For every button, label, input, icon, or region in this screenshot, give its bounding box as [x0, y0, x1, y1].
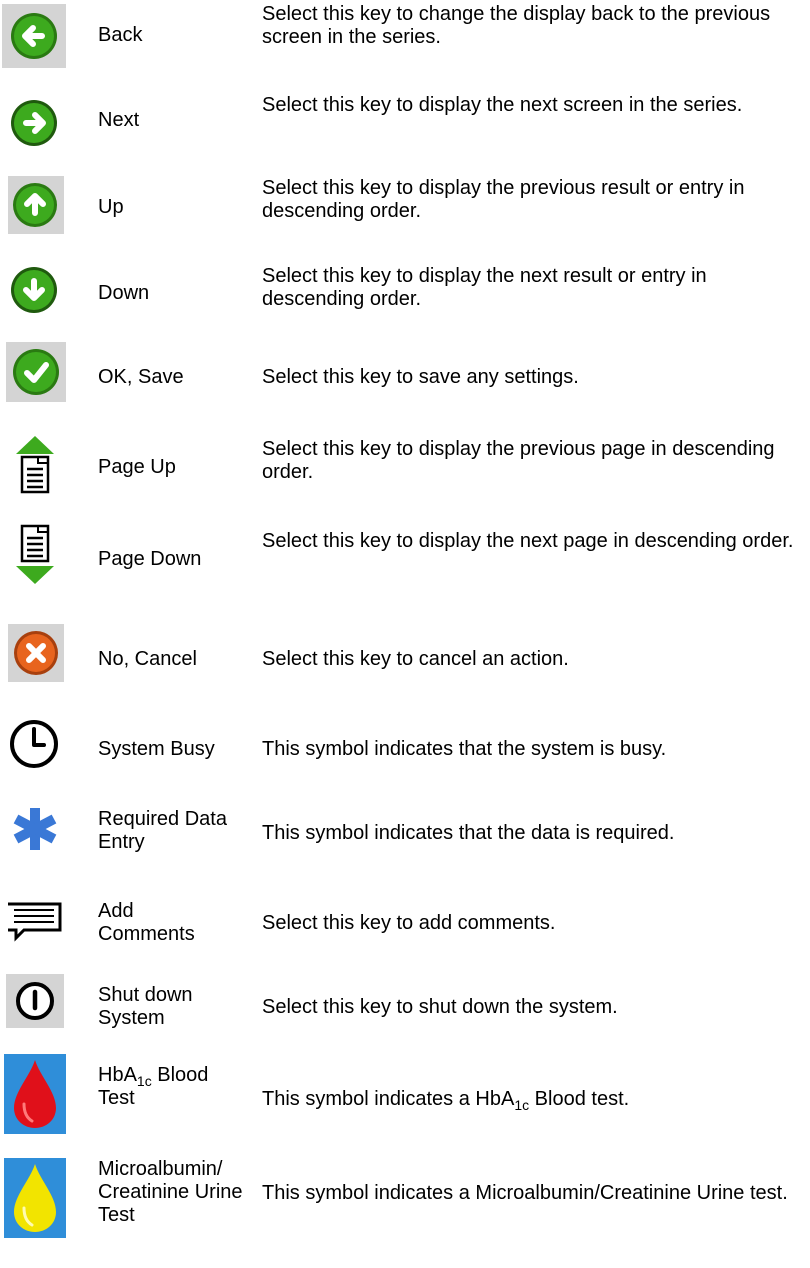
clock-icon: [2, 712, 66, 776]
desc-subscript: 1c: [514, 1097, 530, 1113]
cancel-x-icon[interactable]: [2, 622, 66, 686]
up-arrow-icon[interactable]: [2, 174, 66, 238]
name-subscript: 1c: [136, 1073, 152, 1089]
row-desc: Select this key to change the display ba…: [262, 3, 771, 48]
row-name: System Busy: [98, 738, 215, 760]
row-desc: Select this key to display the previous …: [262, 438, 775, 483]
row-name: Microalbumin/ Creatinine Urine Test: [98, 1158, 243, 1226]
row-desc: Select this key to display the next resu…: [262, 265, 707, 310]
asterisk-icon: [2, 798, 66, 862]
row-name: Back: [98, 24, 143, 46]
row-desc: This symbol indicates that the data is r…: [262, 822, 675, 844]
row-name: Down: [98, 282, 150, 304]
checkmark-icon[interactable]: [2, 340, 66, 404]
row-desc: Select this key to shut down the system.: [262, 996, 618, 1018]
desc-part: This symbol indicates a HbA: [262, 1088, 515, 1110]
row-name: Required Data Entry: [98, 808, 227, 853]
row-desc: Select this key to display the next scre…: [262, 94, 743, 116]
desc-part: Blood test.: [529, 1088, 630, 1110]
row-desc: Select this key to display the next page…: [262, 530, 794, 552]
name-part: HbA: [98, 1064, 137, 1086]
power-icon[interactable]: [2, 968, 66, 1032]
page-up-icon[interactable]: [2, 432, 66, 496]
row-name: Shut down System: [98, 984, 193, 1029]
down-arrow-icon[interactable]: [2, 258, 66, 322]
row-desc: Select this key to save any settings.: [262, 366, 579, 388]
row-name: Up: [98, 196, 124, 218]
row-desc: This symbol indicates that the system is…: [262, 738, 667, 760]
row-name: Page Down: [98, 548, 202, 570]
back-arrow-icon[interactable]: [2, 4, 66, 68]
urine-drop-icon: [2, 1158, 66, 1238]
blood-drop-icon: [2, 1054, 66, 1134]
row-name: HbA1c Blood Test: [98, 1064, 248, 1110]
row-desc: Select this key to display the previous …: [262, 177, 745, 222]
row-desc: Select this key to add comments.: [262, 912, 556, 934]
row-name: Add Comments: [98, 900, 195, 945]
row-name: No, Cancel: [98, 648, 197, 670]
row-desc: Select this key to cancel an action.: [262, 648, 569, 670]
row-name: OK, Save: [98, 366, 184, 388]
comment-icon[interactable]: [2, 884, 66, 948]
row-name: Page Up: [98, 456, 176, 478]
row-desc: This symbol indicates a HbA1c Blood test…: [262, 1088, 802, 1113]
row-name: Next: [98, 109, 140, 131]
row-desc: This symbol indicates a Microalbumin/Cre…: [262, 1182, 788, 1204]
page-down-icon[interactable]: [2, 524, 66, 588]
next-arrow-icon[interactable]: [2, 91, 66, 155]
